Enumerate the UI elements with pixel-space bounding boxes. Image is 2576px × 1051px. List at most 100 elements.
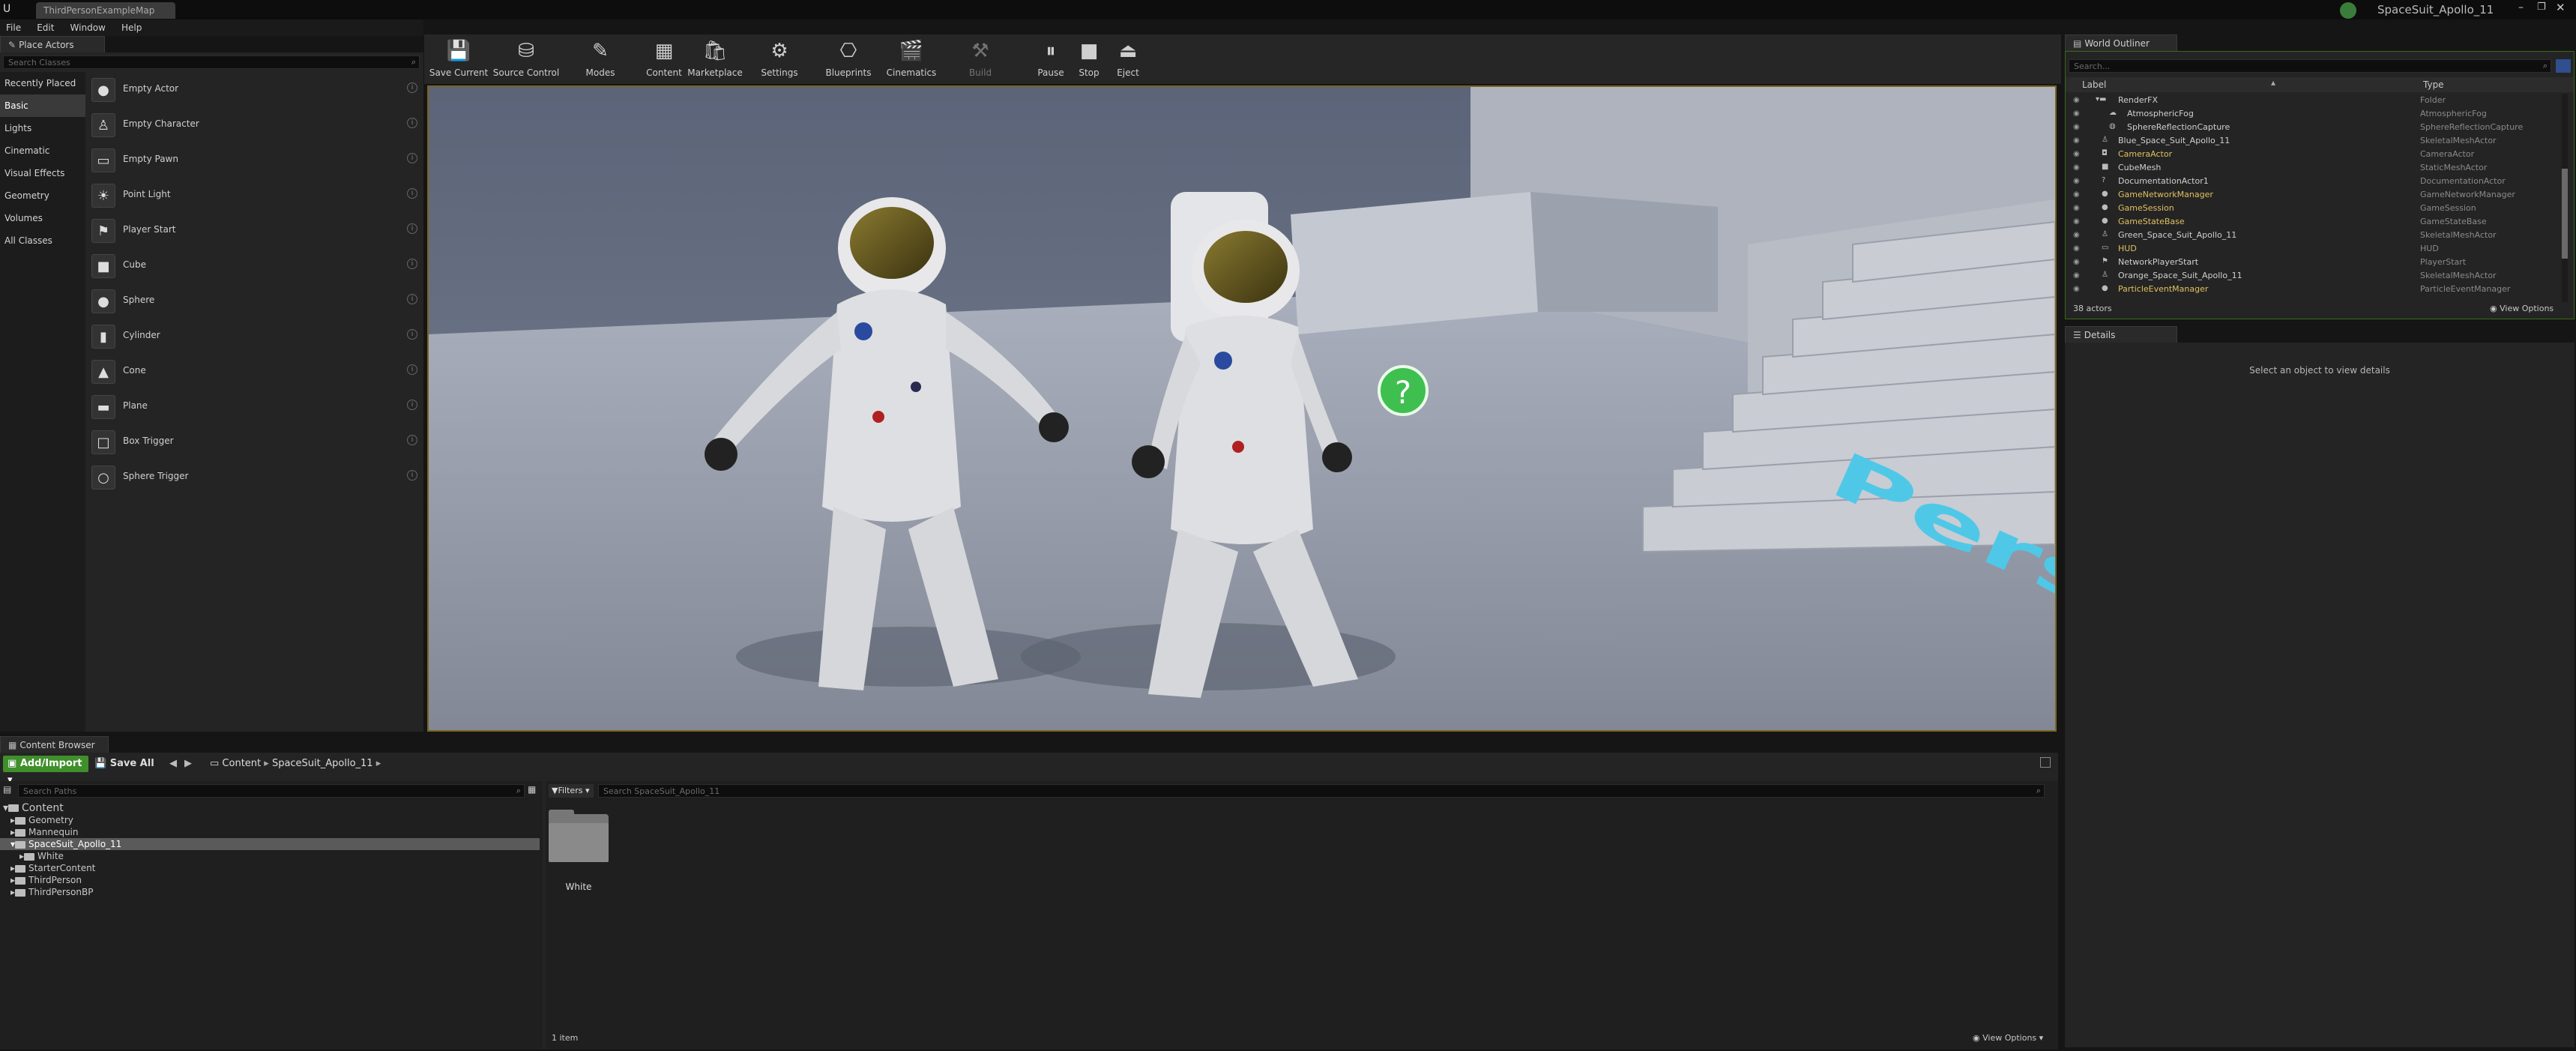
eject-button[interactable]: ⏏ Eject — [1109, 37, 1147, 82]
category-geometry[interactable]: Geometry — [0, 184, 85, 207]
visibility-eye-icon[interactable]: ◉ — [2073, 96, 2080, 104]
cinematics-button[interactable]: 🎬 Cinematics — [883, 37, 940, 82]
visibility-eye-icon[interactable]: ◉ — [2073, 271, 2080, 280]
sources-toggle-icon[interactable]: ▤ — [3, 784, 16, 798]
outliner-row[interactable]: ◉? DocumentationActor1 DocumentationActor — [2066, 175, 2568, 188]
tree-item-spacesuit[interactable]: ▾ SpaceSuit_Apollo_11 — [0, 838, 540, 850]
marketplace-button[interactable]: 🛍 Marketplace — [685, 37, 745, 82]
asset-tile[interactable]: White — [549, 810, 609, 894]
menu-edit[interactable]: Edit — [31, 19, 60, 36]
tree-item-mannequin[interactable]: ▸ Mannequin — [0, 826, 540, 838]
breadcrumb-spacesuit[interactable]: SpaceSuit_Apollo_11 — [272, 758, 373, 769]
info-icon[interactable]: i — [407, 294, 417, 304]
documentation-actor-icon[interactable]: ? — [1378, 365, 1429, 416]
source-control-button[interactable]: ⛁ Source Control — [490, 37, 562, 82]
add-import-button[interactable]: ▣ Add/Import ▾ — [3, 756, 88, 786]
actor-item[interactable]: ♙ Empty Character i — [87, 107, 423, 142]
outliner-row[interactable]: ◉ ▾▬ RenderFX Folder — [2066, 94, 2568, 107]
actor-item[interactable]: ▮ Cylinder i — [87, 319, 423, 354]
info-icon[interactable]: i — [407, 118, 417, 128]
class-search-input[interactable]: Search Classes ⌕ — [3, 55, 420, 69]
visibility-eye-icon[interactable]: ◉ — [2073, 204, 2080, 212]
outliner-row[interactable]: ◉ ☁ AtmosphericFog AtmosphericFog — [2066, 107, 2568, 121]
actor-item[interactable]: ■ Cube i — [87, 248, 423, 283]
asset-search-input[interactable]: Search SpaceSuit_Apollo_11 ⌕ — [598, 784, 2045, 798]
blueprints-button[interactable]: ⎔ Blueprints — [820, 37, 877, 82]
visibility-eye-icon[interactable]: ◉ — [2073, 163, 2080, 172]
visibility-eye-icon[interactable]: ◉ — [2073, 136, 2080, 145]
category-basic[interactable]: Basic — [0, 94, 85, 117]
info-icon[interactable]: i — [407, 329, 417, 340]
outliner-row[interactable]: ◉ ◘ CameraActor CameraActor — [2066, 148, 2568, 161]
category-cinematic[interactable]: Cinematic — [0, 139, 85, 162]
outliner-row[interactable]: ◉ ♙ Green_Space_Suit_Apollo_11 SkeletalMesh… — [2066, 229, 2568, 242]
outliner-row[interactable]: ◉ ● ParticleEventManager ParticleEventManag… — [2066, 283, 2568, 296]
tab-world-outliner[interactable]: ▤ World Outliner — [2065, 34, 2177, 51]
forward-arrow-icon[interactable]: ▶ — [184, 758, 192, 769]
visibility-eye-icon[interactable]: ◉ — [2073, 190, 2080, 199]
tree-item-thirdpersonbp[interactable]: ▸ ThirdPersonBP — [0, 886, 540, 898]
actor-item[interactable]: □ Box Trigger i — [87, 424, 423, 460]
info-icon[interactable]: i — [407, 259, 417, 269]
visibility-eye-icon[interactable]: ◉ — [2073, 258, 2080, 266]
outliner-view-options-button[interactable]: ◉ View Options — [2490, 304, 2554, 313]
menu-file[interactable]: File — [0, 19, 27, 36]
outliner-row[interactable]: ◉ ● GameStateBase GameStateBase — [2066, 215, 2568, 229]
category-recently-placed[interactable]: Recently Placed — [0, 72, 85, 94]
content-button[interactable]: ▦ Content — [643, 37, 685, 82]
category-lights[interactable]: Lights — [0, 117, 85, 139]
tree-item-geometry[interactable]: ▸ Geometry — [0, 814, 540, 826]
outliner-row[interactable]: ◉ ♙ Orange_Space_Suit_Apollo_11 SkeletalMes… — [2066, 269, 2568, 283]
actor-item[interactable]: ● Empty Actor i — [87, 72, 423, 107]
outliner-scrollbar-thumb[interactable] — [2562, 169, 2568, 259]
tree-item-thirdperson[interactable]: ▸ ThirdPerson — [0, 874, 540, 886]
outliner-row[interactable]: ◉ ⚑ NetworkPlayerStart PlayerStart — [2066, 256, 2568, 269]
visibility-eye-icon[interactable]: ◉ — [2073, 109, 2080, 118]
info-icon[interactable]: i — [407, 470, 417, 481]
tab-place-actors[interactable]: ✎ Place Actors — [0, 36, 105, 52]
info-icon[interactable]: i — [407, 82, 417, 93]
outliner-row[interactable]: ◉ ◍ SphereReflectionCapture SphereReflectio… — [2066, 121, 2568, 134]
actor-item[interactable]: ▭ Empty Pawn i — [87, 142, 423, 178]
visibility-eye-icon[interactable]: ◉ — [2073, 244, 2080, 253]
outliner-row[interactable]: ◉ ● GameNetworkManager GameNetworkManager — [2066, 188, 2568, 202]
visibility-eye-icon[interactable]: ◉ — [2073, 217, 2080, 226]
outliner-row[interactable]: ◉ ● GameSession GameSession — [2066, 202, 2568, 215]
stop-button[interactable]: ■ Stop — [1070, 37, 1108, 82]
level-tab[interactable]: ThirdPersonExampleMap — [36, 2, 175, 19]
source-control-status-icon[interactable] — [2340, 2, 2356, 19]
tree-item-content[interactable]: ▾ Content — [0, 802, 540, 814]
close-button[interactable]: ✕ — [2556, 1, 2566, 14]
actor-item[interactable]: ▬ Plane i — [87, 389, 423, 424]
outliner-row[interactable]: ◉ ■ CubeMesh StaticMeshActor — [2066, 161, 2568, 175]
info-icon[interactable]: i — [407, 153, 417, 163]
actor-item[interactable]: ⚑ Player Start i — [87, 213, 423, 248]
minimize-button[interactable]: – — [2518, 1, 2524, 13]
outliner-options-button[interactable] — [2556, 59, 2571, 73]
lock-icon[interactable] — [2040, 757, 2051, 768]
info-icon[interactable]: i — [407, 400, 417, 410]
filters-button[interactable]: ▼Filters ▾ — [549, 784, 594, 798]
save-all-button[interactable]: 💾 Save All — [94, 756, 154, 772]
actor-item[interactable]: ▲ Cone i — [87, 354, 423, 389]
category-volumes[interactable]: Volumes — [0, 207, 85, 229]
info-icon[interactable]: i — [407, 223, 417, 234]
asset-view-options-button[interactable]: ◉ View Options ▾ — [1973, 1033, 2043, 1043]
menu-window[interactable]: Window — [64, 19, 112, 36]
visibility-eye-icon[interactable]: ◉ — [2073, 285, 2080, 293]
tree-item-white[interactable]: ▸ White — [0, 850, 540, 862]
visibility-eye-icon[interactable]: ◉ — [2073, 231, 2080, 239]
outliner-row[interactable]: ◉ ▭ HUD HUD — [2066, 242, 2568, 256]
tree-item-startercontent[interactable]: ▸ StarterContent — [0, 862, 540, 874]
modes-button[interactable]: ✎ Modes — [577, 37, 624, 82]
tab-details[interactable]: ☰ Details — [2065, 326, 2177, 343]
actor-item[interactable]: ☀ Point Light i — [87, 178, 423, 213]
tab-content-browser[interactable]: ▦ Content Browser — [0, 736, 109, 753]
search-paths-input[interactable]: Search Paths ⌕ — [18, 784, 525, 798]
settings-button[interactable]: ⚙ Settings — [755, 37, 803, 82]
category-visual-effects[interactable]: Visual Effects — [0, 162, 85, 184]
category-all-classes[interactable]: All Classes — [0, 229, 85, 252]
maximize-button[interactable]: ❐ — [2537, 1, 2546, 13]
column-type[interactable]: Type — [2423, 79, 2444, 90]
breadcrumb-content[interactable]: Content — [222, 758, 261, 769]
